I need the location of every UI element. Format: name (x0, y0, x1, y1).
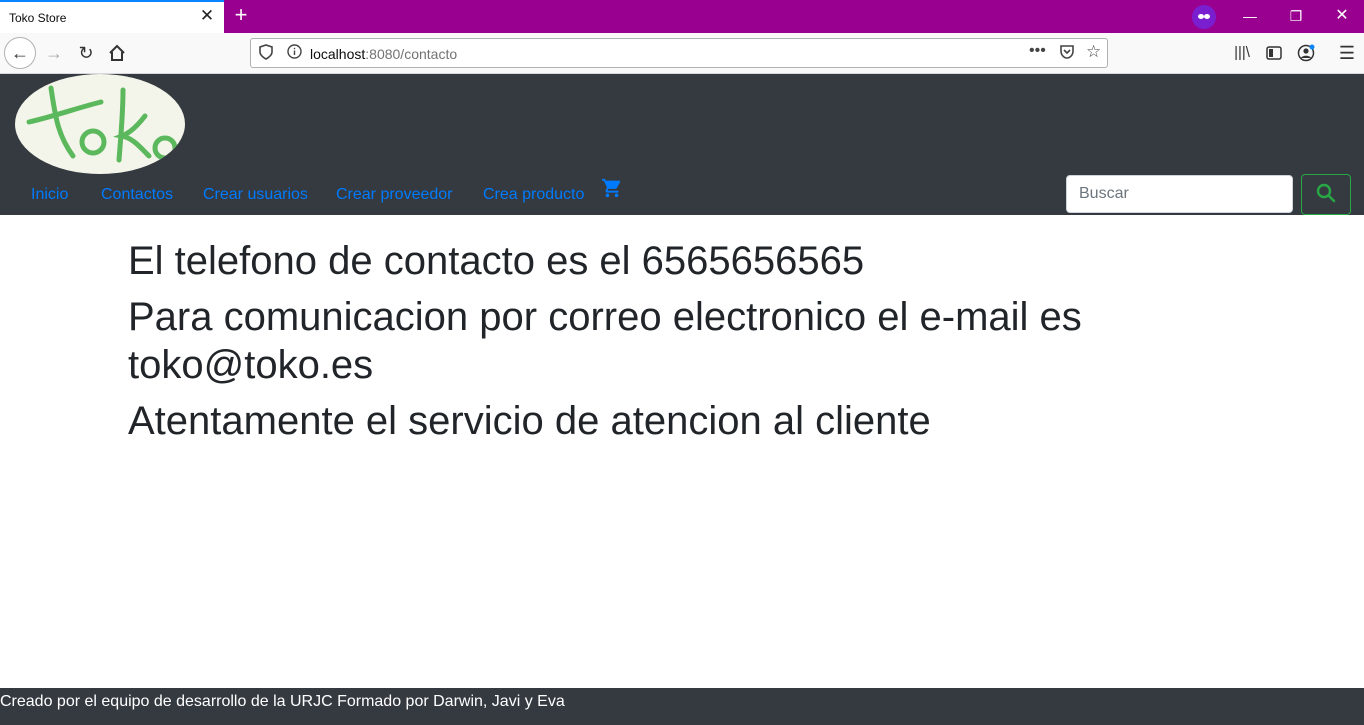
nav-link-contactos[interactable]: Contactos (101, 186, 173, 204)
account-icon[interactable] (1290, 37, 1322, 69)
nav-link-crea-producto[interactable]: Crea producto (483, 186, 584, 204)
bookmark-star-icon[interactable]: ☆ (1086, 42, 1101, 62)
url-path: :8080/contacto (365, 46, 458, 62)
nav-link-crear-proveedor[interactable]: Crear proveedor (336, 186, 453, 204)
site-footer: Creado por el equipo de desarrollo de la… (0, 688, 1364, 725)
info-icon[interactable] (287, 44, 302, 62)
browser-toolbar: ← → ↻ localhost:8080/contacto ••• ☆ |||\… (0, 33, 1364, 74)
menu-icon[interactable]: ☰ (1331, 37, 1363, 69)
toko-logo[interactable] (15, 74, 185, 174)
email-text: Para comunicacion por correo electronico… (128, 295, 1082, 387)
url-host: localhost (310, 46, 366, 62)
tab-title: Toko Store (9, 11, 67, 25)
browser-tab[interactable]: Toko Store ✕ (0, 0, 224, 33)
pocket-icon[interactable] (1059, 44, 1075, 63)
forward-arrow-icon[interactable]: → (38, 37, 70, 69)
browser-tab-strip: Toko Store ✕ + — ❐ ✕ (0, 0, 1364, 33)
close-tab-icon[interactable]: ✕ (199, 7, 215, 25)
footer-text: Creado por el equipo de desarrollo de la… (0, 693, 565, 710)
nav-link-crear-usuarios[interactable]: Crear usuarios (203, 186, 308, 204)
shopping-cart-icon[interactable] (600, 177, 624, 199)
nav-link-inicio[interactable]: Inicio (31, 186, 68, 204)
phone-text: El telefono de contacto es el 6565656565 (128, 239, 865, 283)
site-header: Inicio Contactos Crear usuarios Crear pr… (0, 74, 1364, 215)
contact-content: El telefono de contacto es el 6565656565… (128, 237, 1128, 453)
reload-icon[interactable]: ↻ (70, 37, 102, 69)
close-window-button[interactable]: ✕ (1322, 4, 1362, 28)
search-icon (1316, 183, 1336, 203)
private-browsing-icon (1192, 5, 1216, 29)
restore-button[interactable]: ❐ (1276, 4, 1316, 28)
new-tab-icon[interactable]: + (231, 4, 251, 26)
more-actions-icon[interactable]: ••• (1029, 42, 1046, 60)
home-icon[interactable] (101, 37, 133, 69)
address-bar[interactable]: localhost:8080/contacto ••• ☆ (250, 38, 1108, 68)
minimize-button[interactable]: — (1230, 4, 1270, 28)
shield-icon[interactable] (259, 44, 273, 63)
back-arrow-icon[interactable]: ← (4, 37, 36, 69)
closing-text: Atentamente el servicio de atencion al c… (128, 399, 931, 443)
sidebar-icon[interactable] (1258, 37, 1290, 69)
library-icon[interactable]: |||\ (1226, 37, 1258, 69)
search-button[interactable] (1301, 174, 1351, 215)
url-text: localhost:8080/contacto (310, 46, 457, 62)
search-input[interactable] (1066, 175, 1293, 213)
